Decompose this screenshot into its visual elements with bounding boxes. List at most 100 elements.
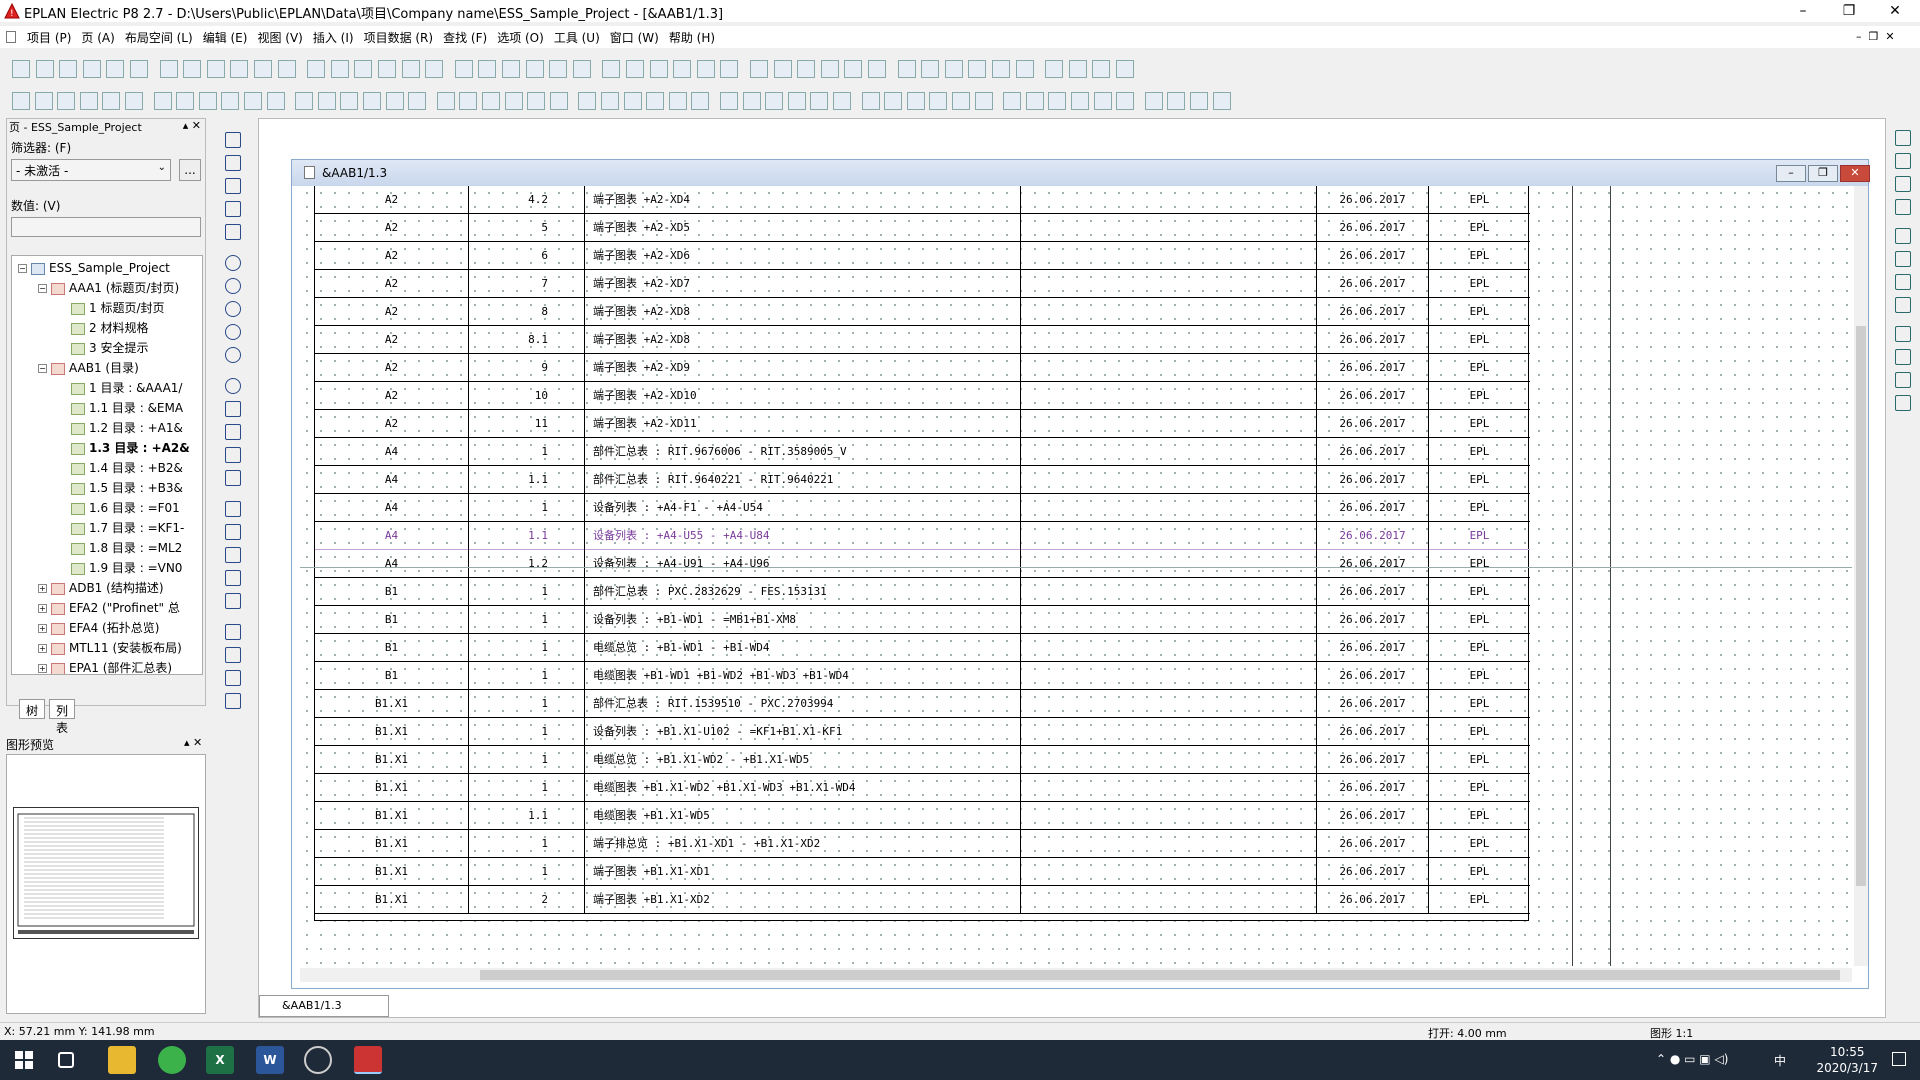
table-row[interactable]: A4 1 部件汇总表 : RIT.9676006 - RIT.3589005_V 26…	[315, 438, 1530, 466]
table-row[interactable]: B1.X1 1 电缆总览 : +B1.X1-WD2 - +B1.X1-WD5 26.0…	[315, 746, 1530, 774]
toolbar-tool-icon[interactable]	[1003, 92, 1022, 110]
tree-item[interactable]: − AAA1 (标题页/封页)	[38, 278, 179, 298]
table-row[interactable]: A2 4.2 端子图表 +A2-XD4 26.06.2017 EPL	[315, 186, 1530, 214]
toolbar-tool-icon[interactable]	[102, 92, 121, 110]
tab-list[interactable]: 列表	[49, 699, 76, 735]
doc-minimize-button[interactable]: –	[1776, 165, 1806, 182]
toolbar-tool-icon[interactable]	[130, 60, 148, 78]
toolbar-tool-icon[interactable]	[720, 92, 738, 110]
toolbar-tool-icon[interactable]	[1071, 92, 1089, 110]
tray-icons[interactable]: ⌃ ● ▭ ▣ ◁)	[1656, 1052, 1728, 1066]
toolbar-tool-icon[interactable]	[572, 60, 591, 78]
toolbar-tool-icon[interactable]	[12, 92, 30, 110]
connection-symbol-icon[interactable]	[1895, 228, 1911, 244]
windows-start-icon[interactable]	[10, 1046, 38, 1074]
menu-item[interactable]: 页 (A)	[76, 26, 119, 49]
table-row[interactable]: A2 11 端子图表 +A2-XD11 26.06.2017 EPL	[315, 410, 1530, 438]
drawing-tool-icon[interactable]	[225, 670, 241, 686]
collapse-icon[interactable]: −	[38, 364, 47, 373]
tree-item[interactable]: 1.3 目录 : +A2&	[58, 438, 190, 458]
toolbar-tool-icon[interactable]	[897, 60, 916, 78]
table-row[interactable]: B1.X1 1.1 电缆图表 +B1.X1-WD5 26.06.2017 EPL	[315, 802, 1530, 830]
filter-more-button[interactable]: ...	[179, 159, 201, 181]
toolbar-tool-icon[interactable]	[673, 60, 692, 78]
vertical-scroll-thumb[interactable]	[1856, 326, 1866, 886]
menu-item[interactable]: 窗口 (W)	[605, 26, 664, 49]
panel-close-icon[interactable]: ▴ ✕	[183, 119, 201, 132]
table-row[interactable]: A2 5 端子图表 +A2-XD5 26.06.2017 EPL	[315, 214, 1530, 242]
toolbar-tool-icon[interactable]	[1144, 92, 1163, 110]
menu-item[interactable]: 帮助 (H)	[664, 26, 720, 49]
table-row[interactable]: A2 8 端子图表 +A2-XD8 26.06.2017 EPL	[315, 298, 1530, 326]
toolbar-tool-icon[interactable]	[992, 60, 1010, 78]
system-clock[interactable]: 10:55 2020/3/17	[1816, 1044, 1878, 1076]
toolbar-tool-icon[interactable]	[34, 92, 53, 110]
tree-item[interactable]: 3 安全提示	[58, 338, 148, 358]
excel-icon[interactable]: X	[206, 1046, 234, 1074]
toolbar-tool-icon[interactable]	[691, 92, 710, 110]
page-tree[interactable]: − ESS_Sample_Project − AAA1 (标题页/封页) 1 标题页/封…	[11, 255, 203, 675]
drawing-tool-icon[interactable]	[225, 378, 241, 394]
drawing-tool-icon[interactable]	[225, 178, 241, 194]
toolbar-tool-icon[interactable]	[742, 92, 761, 110]
toolbar-tool-icon[interactable]	[623, 92, 642, 110]
menu-item[interactable]: 查找 (F)	[438, 26, 492, 49]
toolbar-tool-icon[interactable]	[82, 60, 101, 78]
connection-symbol-icon[interactable]	[1895, 153, 1911, 169]
table-row[interactable]: B1 1 电缆图表 +B1-WD1 +B1-WD2 +B1-WD3 +B1-WD4 2…	[315, 662, 1530, 690]
toolbar-tool-icon[interactable]	[59, 60, 78, 78]
drawing-tool-icon[interactable]	[225, 447, 241, 463]
tree-item[interactable]: + EFA2 ("Profinet" 总	[38, 598, 180, 618]
table-row[interactable]: B1.X1 1 端子排总览 : +B1.X1-XD1 - +B1.X1-XD2 26.…	[315, 830, 1530, 858]
toolbar-tool-icon[interactable]	[153, 92, 172, 110]
toolbar-tool-icon[interactable]	[649, 60, 668, 78]
eplan-taskbar-icon[interactable]	[354, 1046, 382, 1074]
toolbar-tool-icon[interactable]	[787, 92, 806, 110]
toolbar-tool-icon[interactable]	[1093, 92, 1112, 110]
toolbar-tool-icon[interactable]	[459, 92, 478, 110]
toolbar-tool-icon[interactable]	[602, 60, 621, 78]
horizontal-scrollbar[interactable]	[300, 968, 1852, 982]
tree-item[interactable]: + MTL11 (安装板布局)	[38, 638, 182, 658]
toolbar-tool-icon[interactable]	[340, 92, 359, 110]
toolbar-tool-icon[interactable]	[425, 60, 444, 78]
toolbar-tool-icon[interactable]	[1015, 60, 1034, 78]
table-row[interactable]: B1 1 部件汇总表 : PXC.2832629 - FES.153131 26.06…	[315, 578, 1530, 606]
toolbar-tool-icon[interactable]	[436, 92, 455, 110]
expand-icon[interactable]: +	[38, 604, 47, 613]
toolbar-tool-icon[interactable]	[354, 60, 373, 78]
toolbar-tool-icon[interactable]	[198, 92, 217, 110]
drawing-tool-icon[interactable]	[225, 255, 241, 271]
tree-item[interactable]: 1.8 目录 : =ML2	[58, 538, 182, 558]
toolbar-tool-icon[interactable]	[906, 92, 925, 110]
toolbar-tool-icon[interactable]	[525, 60, 544, 78]
drawing-canvas[interactable]: A2 4.2 端子图表 +A2-XD4 26.06.2017 EPL A2 5 端子图表 +A…	[300, 186, 1852, 966]
tree-item[interactable]: 1.5 目录 : +B3&	[58, 478, 183, 498]
toolbar-tool-icon[interactable]	[378, 60, 396, 78]
menu-item[interactable]: 视图 (V)	[252, 26, 307, 49]
toolbar-tool-icon[interactable]	[106, 60, 125, 78]
drawing-tool-icon[interactable]	[225, 624, 241, 640]
menu-item[interactable]: 工具 (U)	[549, 26, 605, 49]
toolbar-tool-icon[interactable]	[504, 92, 523, 110]
connection-symbol-icon[interactable]	[1895, 372, 1911, 388]
tree-item[interactable]: 1 标题页/封页	[58, 298, 165, 318]
browser-icon[interactable]	[158, 1046, 186, 1074]
tree-item[interactable]: 2 材料规格	[58, 318, 148, 338]
connection-symbol-icon[interactable]	[1895, 326, 1911, 342]
toolbar-tool-icon[interactable]	[1092, 60, 1111, 78]
menu-item[interactable]: 插入 (I)	[308, 26, 359, 49]
collapse-icon[interactable]: −	[38, 284, 47, 293]
value-input[interactable]	[11, 217, 201, 237]
menu-item[interactable]: 项目数据 (R)	[359, 26, 439, 49]
drawing-tool-icon[interactable]	[225, 693, 241, 709]
tree-item[interactable]: 1.2 目录 : +A1&	[58, 418, 183, 438]
drawing-tool-icon[interactable]	[225, 470, 241, 486]
drawing-tool-icon[interactable]	[225, 347, 241, 363]
toolbar-tool-icon[interactable]	[277, 60, 296, 78]
task-view-icon[interactable]	[58, 1052, 74, 1068]
tree-item[interactable]: 1 目录 : &AAA1/	[58, 378, 182, 398]
toolbar-tool-icon[interactable]	[295, 92, 314, 110]
connection-symbol-icon[interactable]	[1895, 395, 1911, 411]
toolbar-tool-icon[interactable]	[549, 92, 568, 110]
